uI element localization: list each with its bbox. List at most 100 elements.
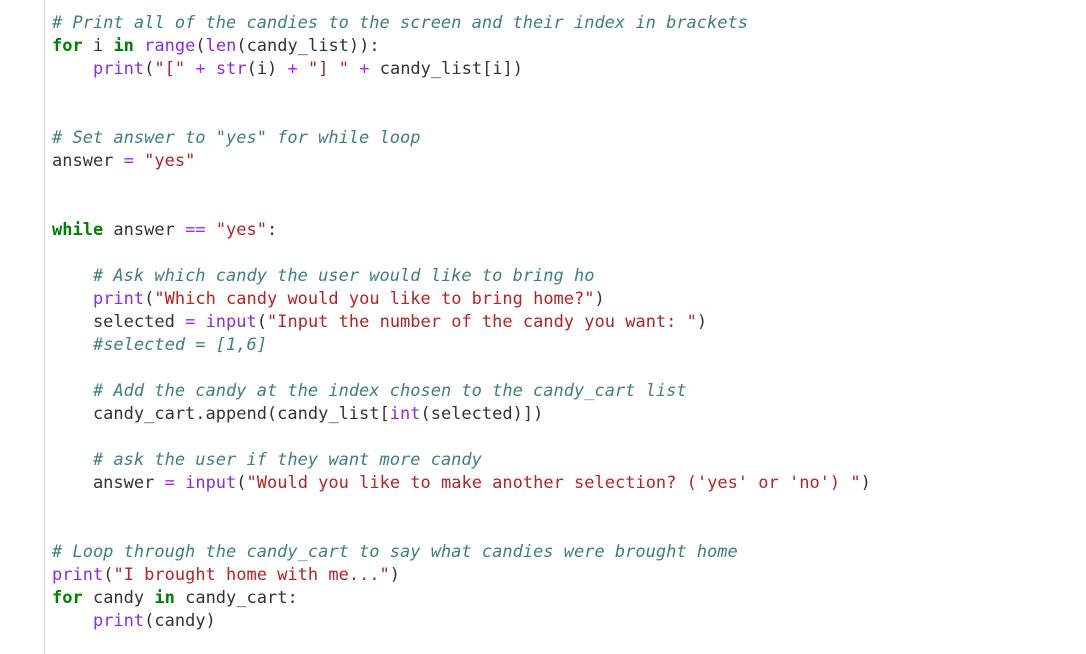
code-token-builtin: input [185,473,237,493]
code-token-comment: #selected = [1,6] [92,335,267,355]
code-token-comment: # ask the user if they want more candy [92,450,482,470]
code-token-plain: ) [594,289,605,309]
gutter-divider [44,0,45,654]
code-token-plain: (selected)]) [420,404,544,424]
code-token-plain: answer [103,220,186,240]
code-line: # ask the user if they want more candy [52,449,871,472]
code-area[interactable]: # Print all of the candies to the screen… [52,12,871,633]
code-line: #selected = [1,6] [52,334,871,357]
code-token-keyword: in [113,36,134,56]
code-token-keyword: for [52,588,83,608]
code-token-builtin: range [144,36,196,56]
code-line: while answer == "yes": [52,219,871,242]
code-token-builtin: int [389,404,421,424]
code-editor[interactable]: # Print all of the candies to the screen… [0,0,1086,654]
code-token-plain: ) [389,565,401,585]
code-token-plain: i [82,36,114,56]
code-token-plain: selected [52,312,186,332]
code-token-plain: candy_cart.append(candy_list[ [52,404,390,424]
code-line: selected = input("Input the number of th… [52,311,871,334]
code-token-builtin: input [205,312,257,332]
code-line: # Print all of the candies to the screen… [52,12,871,35]
code-token-comment: # Ask which candy the user would like to… [92,266,595,286]
code-token-op: + [287,59,298,79]
code-token-builtin: print [92,59,145,79]
code-token-builtin: print [52,565,104,585]
code-line: for i in range(len(candy_list)): [52,35,871,58]
code-line: # Set answer to "yes" for while loop [52,127,871,150]
code-token-plain: ( [144,59,155,79]
code-token-comment: # Print all of the candies to the screen… [52,13,748,33]
code-token-plain: ( [144,289,155,309]
code-token-plain: (candy_list)): [236,36,380,56]
code-line: # Add the candy at the index chosen to t… [52,380,871,403]
code-token-plain: ( [236,473,247,493]
code-line: # Loop through the candy_cart to say wha… [52,541,871,564]
code-line: answer = input("Would you like to make a… [52,472,871,495]
code-token-comment: # Set answer to "yes" for while loop [52,128,421,148]
code-token-plain: answer [52,151,124,171]
code-token-string: "I brought home with me..." [113,565,390,585]
code-line: print("[" + str(i) + "] " + candy_list[i… [52,58,871,81]
code-token-keyword: while [52,220,104,240]
code-line: # Ask which candy the user would like to… [52,265,871,288]
code-token-plain: ( [256,312,267,332]
code-token-plain: candy_cart: [174,588,298,608]
code-token-string: "Would you like to make another selectio… [246,473,861,493]
code-line: print("I brought home with me...") [52,564,871,587]
code-line: print("Which candy would you like to bri… [52,288,871,311]
code-line: for candy in candy_cart: [52,587,871,610]
code-token-plain: : [267,220,278,240]
code-token-op: + [359,59,370,79]
code-token-plain: ) [696,312,708,332]
code-token-string: "yes" [215,220,267,240]
code-token-plain: ( [195,36,206,56]
code-token-op: + [195,59,206,79]
code-token-plain: (i) [246,59,288,79]
code-token-plain: answer [52,473,165,493]
code-token-plain: candy [82,588,155,608]
code-token-plain: ( [103,565,114,585]
code-token-comment: # Loop through the candy_cart to say wha… [52,542,738,562]
code-token-builtin: print [92,289,145,309]
code-token-string: "[" [154,59,186,79]
code-token-builtin: len [205,36,237,56]
code-token-plain: candy_list[i]) [369,59,524,79]
code-token-string: "] " [308,59,349,79]
code-token-builtin: print [92,611,145,631]
code-token-op: = [164,473,175,493]
line-gutter [0,0,44,654]
code-token-keyword: for [52,36,83,56]
code-token-string: "Which candy would you like to bring hom… [154,289,595,309]
code-token-comment: # Add the candy at the index chosen to t… [92,381,687,401]
code-token-op: = [185,312,196,332]
code-token-builtin: str [215,59,247,79]
code-line: print(candy) [52,610,871,633]
code-token-string: "yes" [144,151,196,171]
code-token-keyword: in [154,588,175,608]
code-token-op: = [123,151,134,171]
code-token-plain: (candy) [144,611,216,631]
